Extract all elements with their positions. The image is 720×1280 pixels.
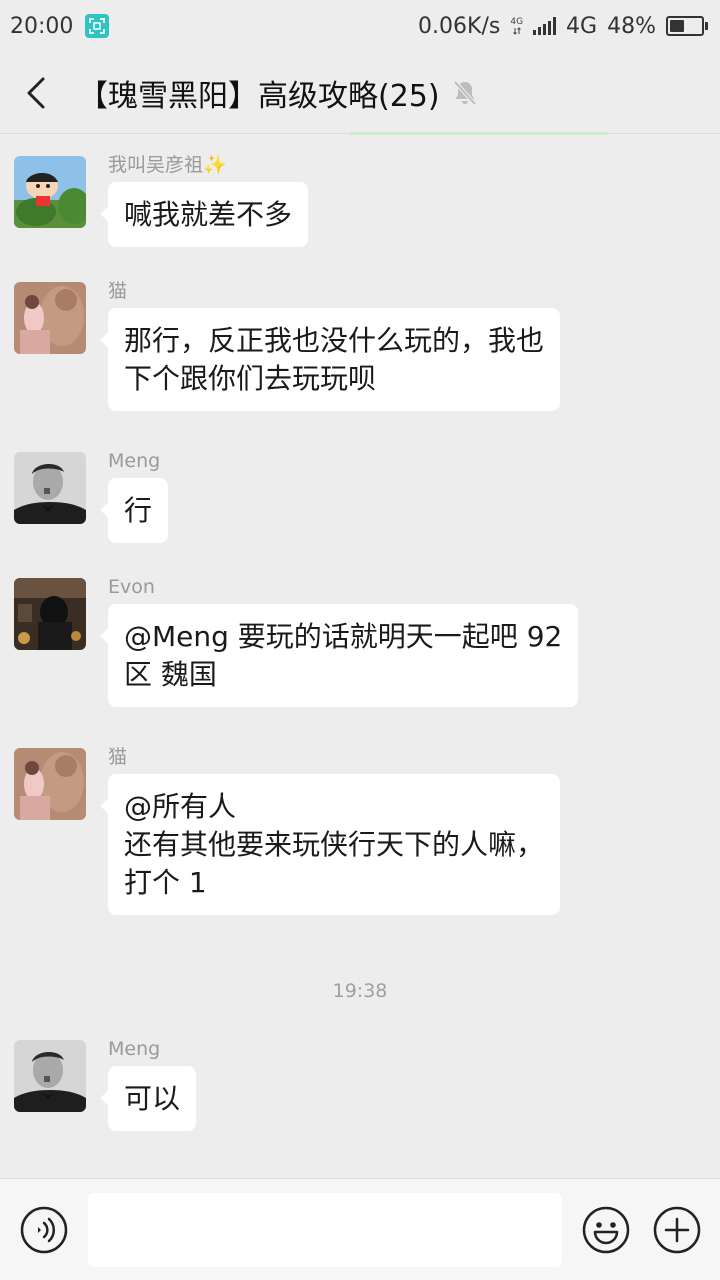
avatar-crayon-shin[interactable] <box>14 156 86 228</box>
net-speed: 0.06K/s <box>418 13 501 39</box>
battery-percent: 48% <box>607 13 656 39</box>
bell-muted-icon <box>452 79 478 107</box>
chat-header: 【瑰雪黑阳】高级攻略(25) <box>0 52 720 134</box>
sender-name: 猫 <box>108 746 128 768</box>
message-item: Evon @Meng 要玩的话就明天一起吧 92 区 魏国 <box>14 576 579 707</box>
battery-icon <box>666 16 708 36</box>
message-bubble[interactable]: 那行，反正我也没什么玩的，我也 下个跟你们去玩玩呗 <box>99 308 561 411</box>
message-list[interactable]: 我叫吴彦祖✨ 喊我就差不多 猫 那行，反正我也没什么玩的，我也 下个跟你们去玩玩… <box>0 136 720 1178</box>
message-item: 猫 @所有人 还有其他要来玩侠行天下的人嘛， 打个 1 <box>14 746 561 915</box>
chat-screen: 20:00 0.06K/s 4G 4G 48% 【瑰雪黑阳】高级攻略(25) 我… <box>0 0 720 1280</box>
message-item: 猫 那行，反正我也没什么玩的，我也 下个跟你们去玩玩呗 <box>14 280 561 411</box>
sender-name: Meng <box>108 1038 161 1060</box>
sender-name: 猫 <box>108 280 128 302</box>
sender-name: 我叫吴彦祖✨ <box>108 154 227 176</box>
time-separator: 19:38 <box>332 980 388 1002</box>
avatar-evon[interactable] <box>14 578 86 650</box>
battery-fill <box>670 20 685 32</box>
message-bubble[interactable]: 喊我就差不多 <box>99 182 309 247</box>
signal-icon <box>533 17 557 35</box>
emoji-icon <box>582 1206 630 1254</box>
sender-name: Evon <box>108 576 155 598</box>
loading-indicator <box>350 132 608 135</box>
message-input[interactable] <box>88 1193 562 1267</box>
avatar-meng[interactable] <box>14 452 86 524</box>
message-bubble[interactable]: 可以 <box>99 1066 197 1131</box>
chat-title[interactable]: 【瑰雪黑阳】高级攻略(25) <box>78 71 440 115</box>
sender-name: Meng <box>108 450 161 472</box>
status-bar: 20:00 0.06K/s 4G 4G 48% <box>0 0 720 52</box>
message-bubble[interactable]: @所有人 还有其他要来玩侠行天下的人嘛， 打个 1 <box>99 774 561 915</box>
back-button[interactable] <box>4 52 68 134</box>
voice-icon <box>20 1206 68 1254</box>
emoji-button[interactable] <box>582 1206 630 1254</box>
updown-arrows-icon <box>512 26 521 35</box>
status-time: 20:00 <box>10 13 74 39</box>
voice-button[interactable] <box>20 1206 68 1254</box>
input-bar <box>0 1178 720 1280</box>
network-type: 4G <box>566 13 598 39</box>
plus-icon <box>653 1206 701 1254</box>
message-item: Meng 行 <box>14 450 169 543</box>
data-activity-indicator: 4G <box>510 16 524 35</box>
message-item: 我叫吴彦祖✨ 喊我就差不多 <box>14 154 309 247</box>
avatar-meng[interactable] <box>14 1040 86 1112</box>
message-bubble[interactable]: @Meng 要玩的话就明天一起吧 92 区 魏国 <box>99 604 579 707</box>
back-arrow-icon <box>27 77 45 108</box>
small-4g-label: 4G <box>510 16 524 27</box>
avatar-cat-user[interactable] <box>14 748 86 820</box>
more-button[interactable] <box>653 1206 701 1254</box>
avatar-cat-user[interactable] <box>14 282 86 354</box>
scan-icon <box>85 14 110 38</box>
message-bubble[interactable]: 行 <box>99 478 169 543</box>
message-item: Meng 可以 <box>14 1038 197 1131</box>
